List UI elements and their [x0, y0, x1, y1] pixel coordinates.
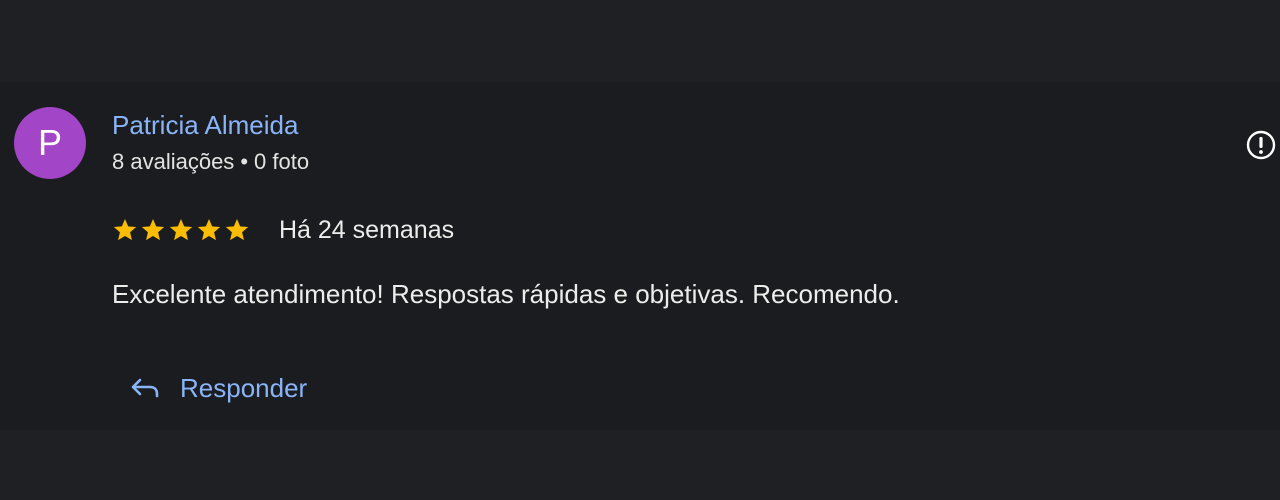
avatar[interactable]: P — [14, 107, 86, 179]
star-icon — [197, 218, 221, 241]
separator-dot: • — [240, 149, 249, 174]
reply-label: Responder — [180, 372, 308, 403]
star-icon — [113, 218, 137, 241]
photos-count: 0 foto — [254, 149, 310, 174]
reply-button[interactable]: Responder — [128, 366, 307, 410]
star-icon — [141, 218, 165, 241]
reply-arrow-icon — [131, 378, 159, 398]
star-rating — [112, 217, 250, 245]
star-icon — [225, 218, 249, 241]
review-text: Excelente atendimento! Respostas rápidas… — [112, 279, 900, 309]
reviews-count: 8 avaliações — [112, 149, 235, 174]
reviewer-name[interactable]: Patricia Almeida — [112, 109, 298, 141]
reviewer-stats: 8 avaliações • 0 foto — [112, 148, 309, 176]
info-circle-icon[interactable] — [1246, 130, 1276, 160]
review-time: Há 24 semanas — [279, 216, 455, 244]
star-icon — [169, 218, 193, 241]
